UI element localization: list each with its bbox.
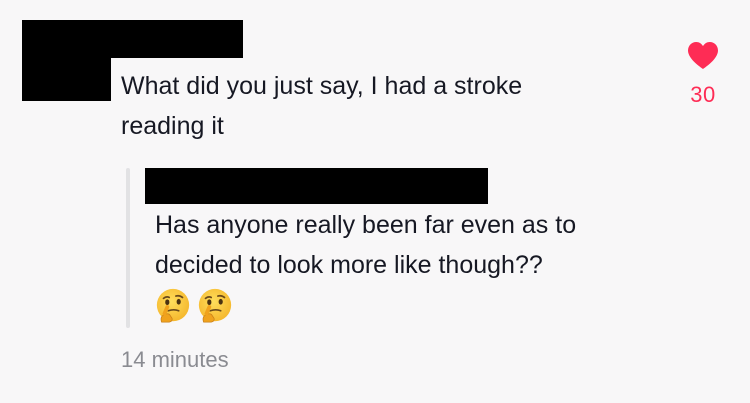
redacted-reply-username-block bbox=[145, 168, 488, 204]
comment-timestamp: 14 minutes bbox=[121, 347, 229, 372]
heart-icon bbox=[688, 42, 718, 69]
thinking-face-icon bbox=[156, 288, 190, 323]
reply-quote-bar bbox=[126, 168, 130, 328]
comment-text: What did you just say, I had a stroke re… bbox=[121, 72, 523, 140]
redacted-avatar-block bbox=[22, 54, 111, 101]
like-button[interactable]: 30 bbox=[683, 40, 723, 108]
like-count: 30 bbox=[690, 82, 716, 107]
reply-text: Has anyone really been far even as to de… bbox=[155, 211, 577, 279]
thinking-face-icon bbox=[198, 288, 232, 323]
reply-emoji-row bbox=[154, 287, 234, 325]
redacted-username-block bbox=[22, 20, 243, 58]
